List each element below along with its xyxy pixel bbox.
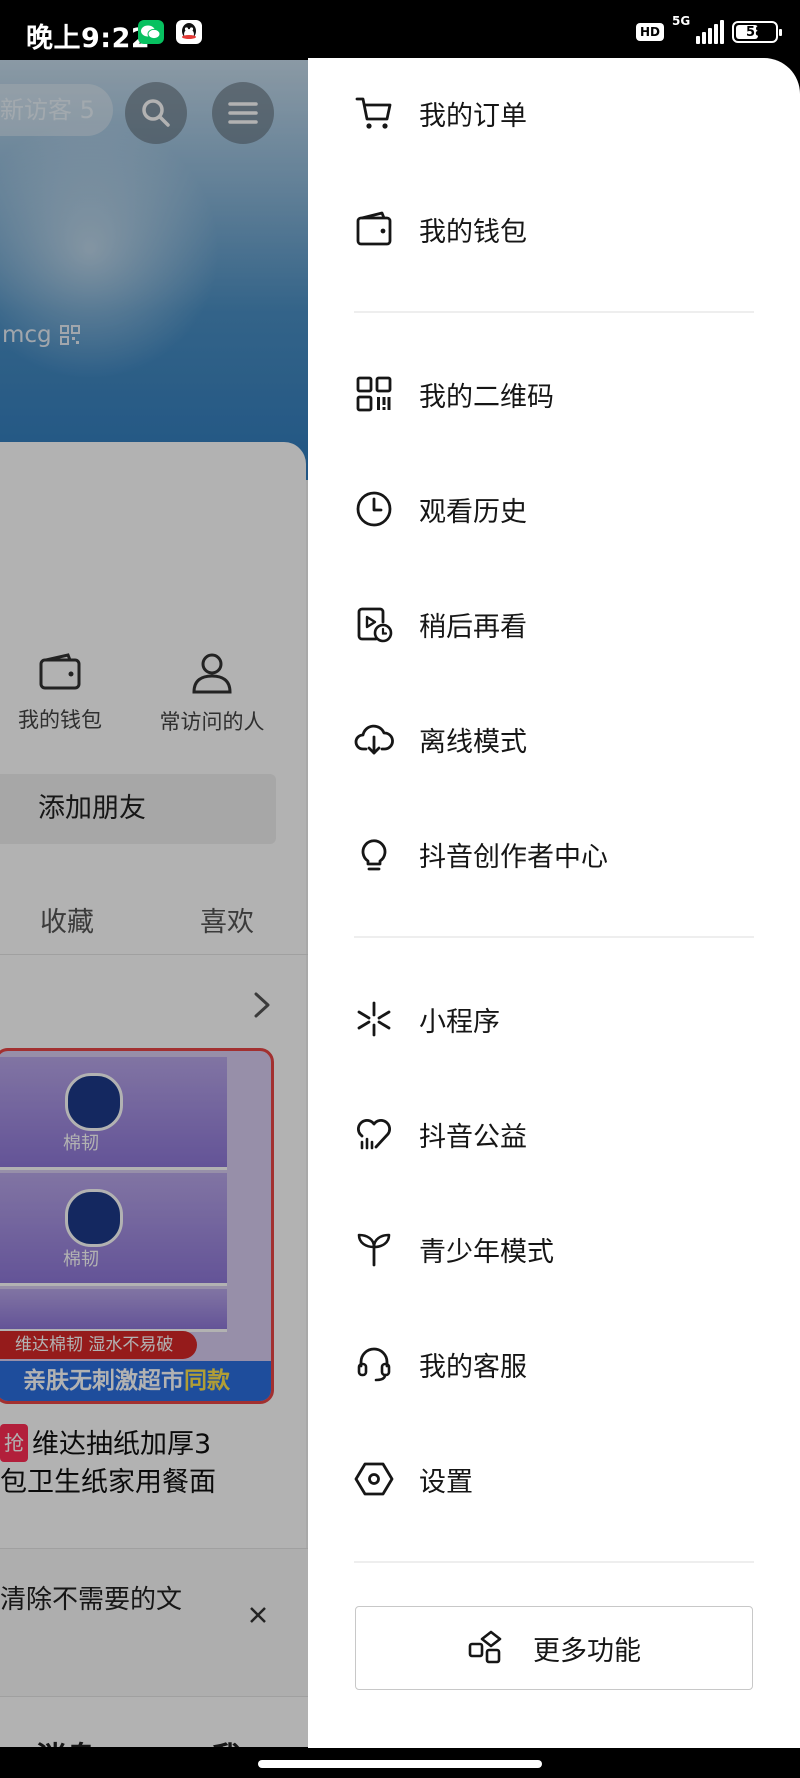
menu-item-label: 我的钱包 (419, 216, 527, 248)
home-indicator-area (0, 1748, 800, 1778)
menu-item-label: 我的二维码 (419, 381, 554, 413)
menu-item-label: 抖音创作者中心 (419, 841, 608, 873)
cellular-signal-icon: 5G (672, 14, 724, 44)
status-indicators: HD 5G 58 (635, 14, 782, 46)
menu-item-customer-service[interactable]: 我的客服 (308, 1316, 800, 1412)
menu-divider (354, 1561, 754, 1563)
menu-item-settings[interactable]: 设置 (308, 1431, 800, 1527)
wechat-notification-icon (138, 20, 164, 44)
menu-item-label: 设置 (419, 1466, 473, 1498)
settings-hex-icon (354, 1462, 394, 1496)
menu-item-label: 我的客服 (419, 1351, 527, 1383)
battery-percent: 58 (745, 24, 765, 40)
menu-item-teen-mode[interactable]: 青少年模式 (308, 1201, 800, 1297)
menu-item-label: 抖音公益 (419, 1121, 527, 1153)
menu-item-watch-later[interactable]: 稍后再看 (308, 576, 800, 672)
grid-apps-icon (468, 1630, 502, 1664)
menu-item-label: 稍后再看 (419, 611, 527, 643)
menu-item-label: 小程序 (419, 1006, 500, 1038)
watch-later-icon (357, 607, 393, 643)
lightbulb-icon (361, 839, 387, 871)
menu-item-watch-history[interactable]: 观看历史 (308, 461, 800, 557)
headset-icon (357, 1347, 391, 1382)
battery-icon: 58 (732, 21, 782, 43)
sprout-icon (357, 1233, 391, 1267)
more-features-button[interactable]: 更多功能 (355, 1606, 753, 1690)
menu-item-label: 观看历史 (419, 496, 527, 528)
menu-item-creator-center[interactable]: 抖音创作者中心 (308, 806, 800, 902)
menu-item-mini-programs[interactable]: 小程序 (308, 971, 800, 1067)
menu-item-label: 青少年模式 (419, 1236, 554, 1268)
network-type: 5G (672, 14, 691, 28)
dim-overlay[interactable] (0, 60, 310, 1747)
clock-icon (356, 491, 392, 527)
charity-heart-icon (357, 1119, 391, 1150)
cloud-download-icon (354, 724, 394, 755)
menu-item-offline-mode[interactable]: 离线模式 (308, 691, 800, 787)
profile-page-background: 新访客 5 mcg 我的钱包 常访问的人 添加朋友 收藏 喜欢 棉韧 棉韧 维达… (0, 60, 310, 1747)
menu-item-my-wallet[interactable]: 我的钱包 (308, 181, 800, 277)
qrcode-icon (356, 376, 392, 412)
menu-item-label: 我的订单 (419, 100, 527, 132)
menu-item-label: 离线模式 (419, 726, 527, 758)
wallet-icon (356, 211, 392, 246)
menu-divider (354, 311, 754, 313)
side-drawer-menu: 我的订单 我的钱包 我的二维码 观看历史 稍后再看 离线模式 抖音创作者中心 小… (308, 58, 800, 1748)
qq-notification-icon (176, 20, 202, 44)
menu-item-my-orders[interactable]: 我的订单 (308, 65, 800, 161)
status-time: 晚上9:22 (26, 23, 151, 54)
cart-icon (355, 97, 392, 129)
menu-item-my-qrcode[interactable]: 我的二维码 (308, 346, 800, 442)
home-indicator[interactable] (258, 1760, 542, 1768)
status-bar: 晚上9:22 HD 5G 58 (0, 0, 800, 60)
menu-divider (354, 936, 754, 938)
more-features-label: 更多功能 (533, 1635, 641, 1667)
mini-program-icon (357, 1001, 391, 1037)
hd-voice-badge: HD (635, 23, 664, 41)
menu-item-charity[interactable]: 抖音公益 (308, 1086, 800, 1182)
